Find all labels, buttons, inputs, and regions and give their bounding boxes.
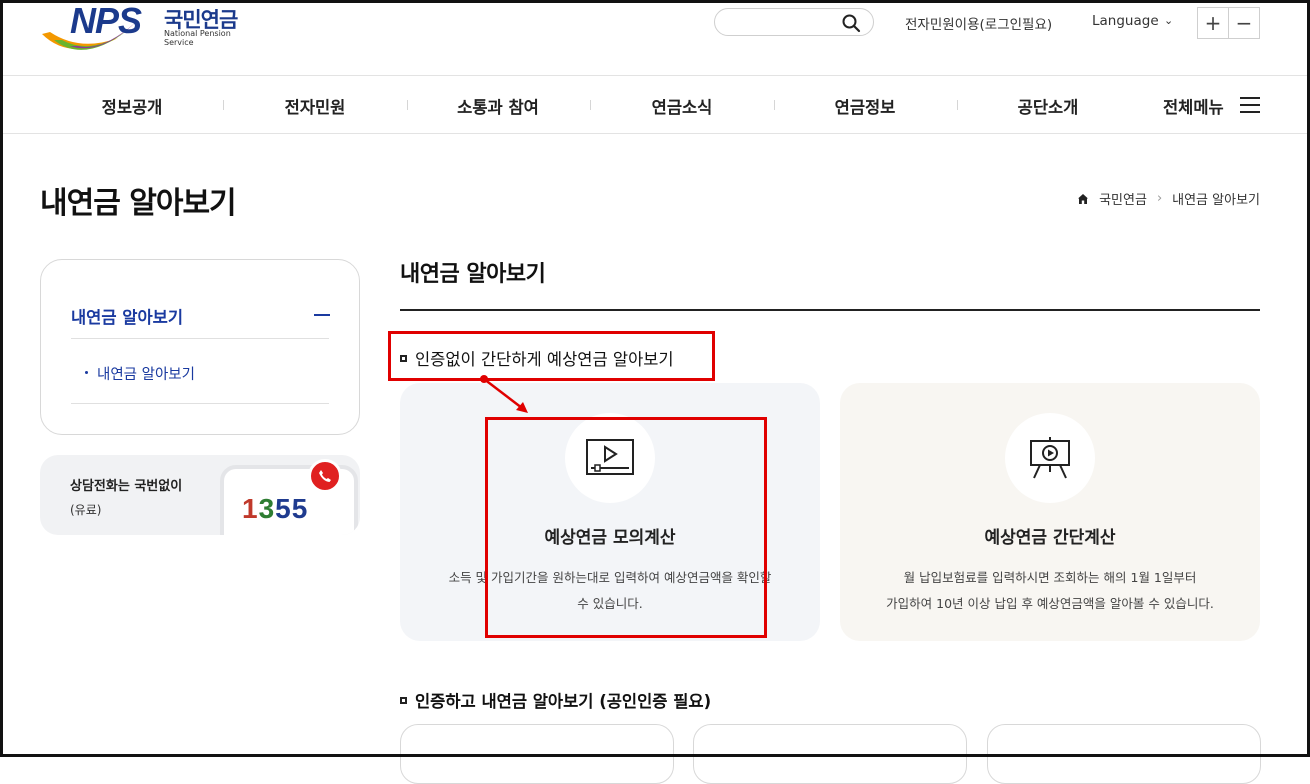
- page-title: 내연금 알아보기: [40, 186, 237, 221]
- call-number-digit: 5: [291, 493, 309, 524]
- square-bullet-icon: [400, 354, 407, 362]
- all-menu-button[interactable]: 전체메뉴: [1163, 94, 1224, 118]
- card-title: 예상연금 간단계산: [984, 528, 1116, 548]
- breadcrumb-item-home[interactable]: 국민연금: [1099, 189, 1147, 208]
- chevron-right-icon: ›: [1156, 191, 1163, 206]
- nps-logo[interactable]: NPS 국민연금 National Pension Service: [40, 0, 250, 58]
- call-number-digit: 1: [242, 493, 259, 524]
- logo-english-text: National Pension Service: [164, 29, 231, 47]
- call-number-digit: 5: [275, 493, 292, 524]
- zoom-out-button[interactable]: −: [1228, 8, 1259, 38]
- hamburger-icon[interactable]: [1240, 97, 1260, 113]
- card-description: 소득 및 가입기간을 원하는대로 입력하여 예상연금액을 확인할 수 있습니다.: [420, 565, 800, 617]
- presentation-play-icon: [1005, 413, 1095, 503]
- card-simple-calculation[interactable]: 예상연금 간단계산 월 납입보험료를 입력하시면 조회하는 해의 1월 1일부터…: [840, 383, 1260, 641]
- nav-divider: [774, 100, 775, 110]
- call-center-fee-note: (유료): [70, 503, 102, 517]
- breadcrumb: 국민연금 › 내연금 알아보기: [1077, 189, 1260, 208]
- side-menu-sub-item[interactable]: 내연금 알아보기: [97, 363, 195, 384]
- language-selector[interactable]: Language: [1092, 13, 1159, 29]
- title-divider: [400, 309, 1260, 311]
- square-bullet-icon: [400, 696, 407, 704]
- civil-service-link[interactable]: 전자민원이용(로그인필요): [905, 13, 1052, 33]
- card-description-line: 가입하여 10년 이상 납입 후 예상연금액을 알아볼 수 있습니다.: [886, 596, 1214, 611]
- nav-divider: [407, 100, 408, 110]
- collapse-icon[interactable]: [314, 314, 330, 316]
- card-description: 월 납입보험료를 입력하시면 조회하는 해의 1월 1일부터 가입하여 10년 …: [860, 565, 1240, 617]
- divider: [71, 403, 329, 404]
- divider: [71, 338, 329, 339]
- nav-divider: [590, 100, 591, 110]
- nav-item-communication[interactable]: 소통과 참여: [457, 94, 539, 118]
- content-title: 내연금 알아보기: [400, 262, 546, 287]
- video-player-icon: [565, 413, 655, 503]
- nav-divider: [957, 100, 958, 110]
- search-icon[interactable]: [841, 13, 861, 33]
- card-description-line: 수 있습니다.: [577, 596, 643, 611]
- nav-item-info-disclosure[interactable]: 정보공개: [102, 94, 163, 118]
- card-mock-calculation[interactable]: 예상연금 모의계산 소득 및 가입기간을 원하는대로 입력하여 예상연금액을 확…: [400, 383, 820, 641]
- main-navigation: 정보공개 전자민원 소통과 참여 연금소식 연금정보 공단소개 전체메뉴: [0, 76, 1310, 134]
- search-input[interactable]: [714, 8, 874, 36]
- card-description-line: 월 납입보험료를 입력하시면 조회하는 해의 1월 1일부터: [903, 570, 1197, 585]
- bullet-icon: [85, 371, 88, 374]
- zoom-in-button[interactable]: +: [1198, 8, 1228, 38]
- call-center-number: 1355: [242, 493, 308, 525]
- auth-card[interactable]: [693, 724, 967, 784]
- auth-card[interactable]: [987, 724, 1261, 784]
- card-description-line: 소득 및 가입기간을 원하는대로 입력하여 예상연금액을 확인할: [448, 570, 772, 585]
- side-menu: 내연금 알아보기 내연금 알아보기: [40, 259, 360, 435]
- breadcrumb-item-current[interactable]: 내연금 알아보기: [1172, 189, 1260, 208]
- call-number-digit: 3: [258, 493, 276, 524]
- nav-item-e-civil[interactable]: 전자민원: [285, 94, 346, 118]
- annotation-arrow-icon: [480, 375, 528, 413]
- nav-divider: [223, 100, 224, 110]
- side-menu-title[interactable]: 내연금 알아보기: [71, 304, 183, 328]
- section-title-no-auth: 인증없이 간단하게 예상연금 알아보기: [400, 346, 674, 370]
- section-title-text: 인증하고 내연금 알아보기 (공인인증 필요): [415, 692, 712, 711]
- zoom-controls: + −: [1197, 7, 1260, 39]
- section-title-text: 인증없이 간단하게 예상연금 알아보기: [415, 350, 674, 369]
- phone-icon: [308, 459, 342, 493]
- home-icon[interactable]: [1077, 193, 1089, 205]
- chevron-down-icon: ⌄: [1164, 14, 1174, 27]
- call-center-banner: 상담전화는 국번없이 (유료) 1355: [40, 455, 360, 535]
- logo-nps-text: NPS: [70, 0, 142, 41]
- section-title-with-auth: 인증하고 내연금 알아보기 (공인인증 필요): [400, 688, 711, 712]
- nav-item-pension-info[interactable]: 연금정보: [835, 94, 896, 118]
- call-center-title: 상담전화는 국번없이: [70, 479, 183, 494]
- site-header: NPS 국민연금 National Pension Service 전자민원이용…: [0, 0, 1310, 76]
- card-title: 예상연금 모의계산: [544, 528, 676, 548]
- auth-card[interactable]: [400, 724, 674, 784]
- nav-item-about[interactable]: 공단소개: [1018, 94, 1079, 118]
- nav-item-pension-news[interactable]: 연금소식: [652, 94, 713, 118]
